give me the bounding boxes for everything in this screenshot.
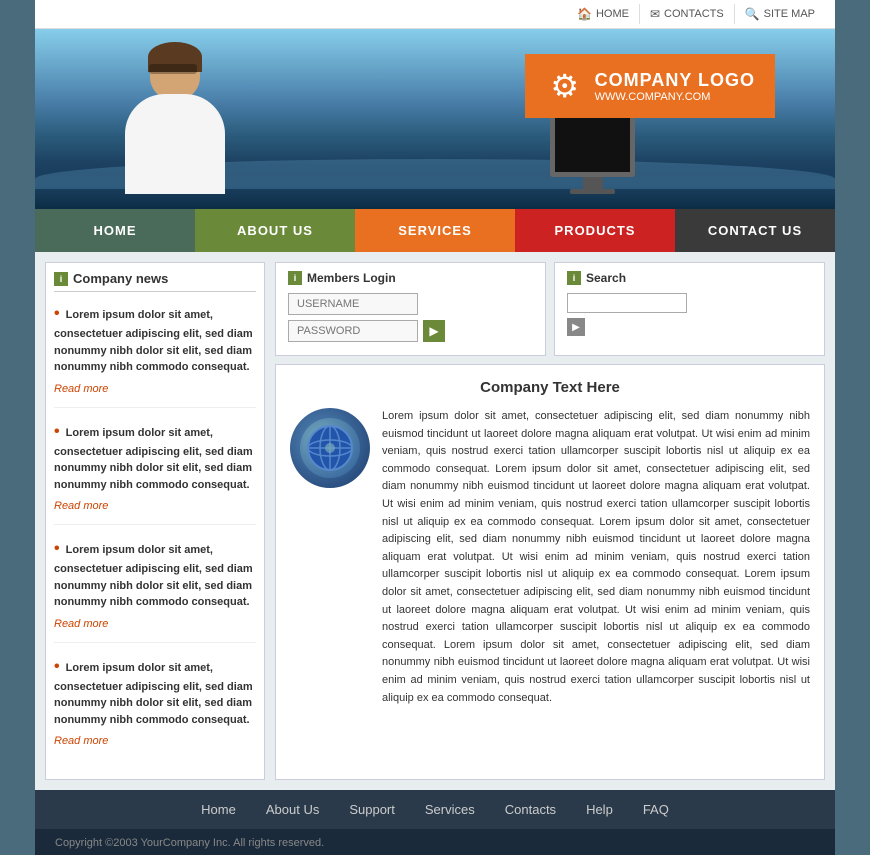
- news-item: • Lorem ipsum dolor sit amet, consectetu…: [54, 420, 256, 526]
- username-input[interactable]: [288, 293, 418, 315]
- news-item: • Lorem ipsum dolor sit amet, consectetu…: [54, 537, 256, 643]
- search-header: i Search: [567, 271, 812, 285]
- login-icon: i: [288, 271, 302, 285]
- news-text-2: • Lorem ipsum dolor sit amet, consectetu…: [54, 420, 256, 494]
- company-logo: ⚙ COMPANY LOGO WWW.COMPANY.COM: [525, 54, 775, 118]
- gear-icon: ⚙: [545, 66, 585, 106]
- username-field: [288, 293, 533, 315]
- article-image-inner: [300, 418, 360, 478]
- news-text-4: • Lorem ipsum dolor sit amet, consectetu…: [54, 655, 256, 729]
- footer-links: Home About Us Support Services Contacts …: [35, 790, 835, 829]
- news-item: • Lorem ipsum dolor sit amet, consectetu…: [54, 655, 256, 760]
- bullet-icon: •: [54, 540, 60, 557]
- footer-link-support[interactable]: Support: [349, 802, 395, 817]
- login-header: i Members Login: [288, 271, 533, 285]
- search-go-button[interactable]: ▶: [567, 318, 585, 336]
- login-box: i Members Login ▶: [275, 262, 546, 356]
- logo-title: COMPANY LOGO: [595, 70, 755, 91]
- footer-link-home[interactable]: Home: [201, 802, 236, 817]
- footer-link-contacts[interactable]: Contacts: [505, 802, 556, 817]
- article-title: Company Text Here: [290, 379, 810, 396]
- article-content: Lorem ipsum dolor sit amet, consectetuer…: [290, 408, 810, 707]
- home-icon: 🏠: [577, 7, 592, 21]
- article-box: Company Text Here: [275, 364, 825, 780]
- nav-bar: HOME ABOUT US SERVICES PRODUCTS CONTACT …: [35, 209, 835, 252]
- password-field: ▶: [288, 320, 533, 342]
- banner-person: [95, 34, 295, 209]
- login-submit-button[interactable]: ▶: [423, 320, 445, 342]
- search-input[interactable]: [567, 293, 687, 313]
- content-area: i Members Login ▶ i Search: [275, 262, 825, 780]
- bullet-icon: •: [54, 423, 60, 440]
- nav-about-us[interactable]: ABOUT US: [195, 209, 355, 252]
- footer-link-help[interactable]: Help: [586, 802, 613, 817]
- mail-icon: ✉: [650, 7, 660, 21]
- sidebar: i Company news • Lorem ipsum dolor sit a…: [45, 262, 265, 780]
- search-title: Search: [586, 271, 626, 285]
- sidebar-title: Company news: [73, 271, 168, 286]
- nav-home[interactable]: HOME: [35, 209, 195, 252]
- search-row: [567, 293, 812, 313]
- sidebar-header-icon: i: [54, 272, 68, 286]
- read-more-3[interactable]: Read more: [54, 618, 108, 630]
- nav-contact-us[interactable]: CONTACT US: [675, 209, 835, 252]
- bullet-icon: •: [54, 305, 60, 322]
- article-text: Lorem ipsum dolor sit amet, consectetuer…: [382, 408, 810, 707]
- read-more-4[interactable]: Read more: [54, 735, 108, 747]
- banner: ⚙ COMPANY LOGO WWW.COMPANY.COM: [35, 29, 835, 209]
- nav-products[interactable]: PRODUCTS: [515, 209, 675, 252]
- top-bar: 🏠 HOME ✉ CONTACTS 🔍 SITE MAP: [35, 0, 835, 29]
- sitemap-icon: 🔍: [745, 7, 760, 21]
- news-item: • Lorem ipsum dolor sit amet, consectetu…: [54, 302, 256, 408]
- logo-url: WWW.COMPANY.COM: [595, 91, 755, 103]
- contacts-topbar-label: CONTACTS: [664, 8, 724, 20]
- news-text-3: • Lorem ipsum dolor sit amet, consectetu…: [54, 537, 256, 611]
- article-image: [290, 408, 370, 488]
- home-topbar-link[interactable]: 🏠 HOME: [567, 4, 639, 24]
- read-more-2[interactable]: Read more: [54, 500, 108, 512]
- search-box: i Search ▶: [554, 262, 825, 356]
- globe-icon: [305, 423, 355, 473]
- search-icon: i: [567, 271, 581, 285]
- login-title: Members Login: [307, 271, 396, 285]
- monitor: [550, 112, 635, 194]
- home-topbar-label: HOME: [596, 8, 629, 20]
- sidebar-header: i Company news: [54, 271, 256, 292]
- copyright-text: Copyright ©2003 YourCompany Inc. All rig…: [55, 837, 324, 849]
- read-more-1[interactable]: Read more: [54, 383, 108, 395]
- sitemap-topbar-link[interactable]: 🔍 SITE MAP: [734, 4, 825, 24]
- footer-link-services[interactable]: Services: [425, 802, 475, 817]
- password-input[interactable]: [288, 320, 418, 342]
- main-content: i Company news • Lorem ipsum dolor sit a…: [35, 252, 835, 790]
- nav-services[interactable]: SERVICES: [355, 209, 515, 252]
- sitemap-topbar-label: SITE MAP: [764, 8, 815, 20]
- top-widgets: i Members Login ▶ i Search: [275, 262, 825, 356]
- bullet-icon: •: [54, 658, 60, 675]
- news-text-1: • Lorem ipsum dolor sit amet, consectetu…: [54, 302, 256, 376]
- footer-link-faq[interactable]: FAQ: [643, 802, 669, 817]
- footer-link-about[interactable]: About Us: [266, 802, 319, 817]
- contacts-topbar-link[interactable]: ✉ CONTACTS: [639, 4, 734, 24]
